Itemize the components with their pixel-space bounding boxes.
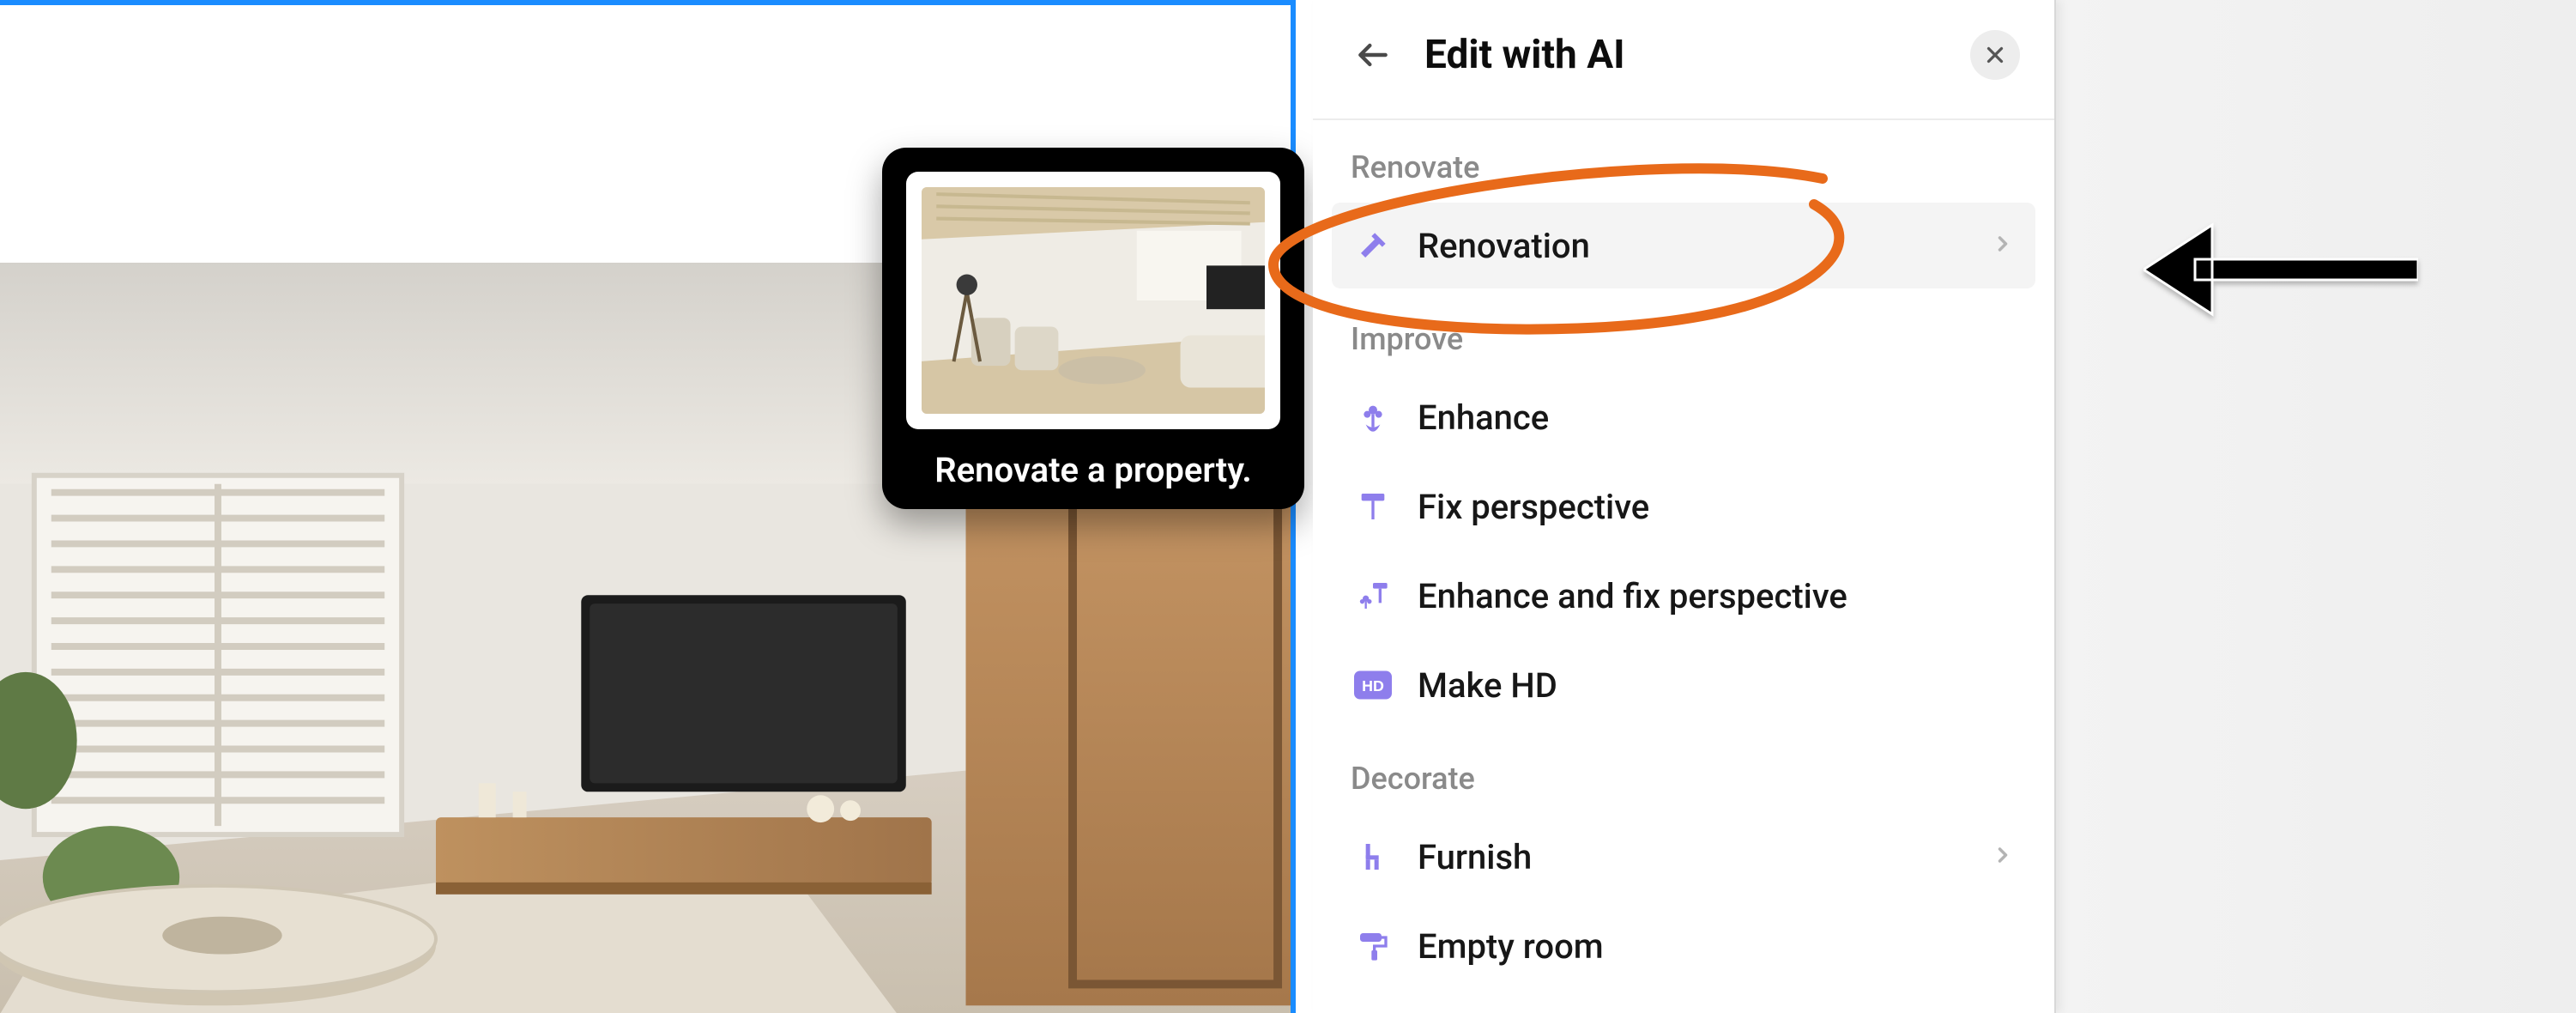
flower-icon bbox=[1352, 397, 1394, 438]
outside-app-area bbox=[2056, 0, 2576, 1013]
annotation-arrow bbox=[2144, 218, 2418, 321]
tooltip-thumbnail bbox=[906, 172, 1280, 429]
menu-label: Empty room bbox=[1418, 926, 2015, 967]
section-decorate-label: Decorate bbox=[1313, 731, 2054, 810]
hd-badge-icon: HD bbox=[1352, 664, 1394, 706]
flower-perspective-icon bbox=[1352, 575, 1394, 616]
menu-item-enhance-fix-perspective[interactable]: Enhance and fix perspective bbox=[1332, 553, 2035, 639]
section-renovate-label: Renovate bbox=[1313, 120, 2054, 199]
menu-item-empty-room[interactable]: Empty room bbox=[1332, 903, 2035, 989]
menu-label: Renovation bbox=[1418, 226, 1991, 266]
hammer-icon bbox=[1352, 225, 1394, 266]
arrow-left-icon bbox=[1354, 36, 1392, 74]
menu-label: Furnish bbox=[1418, 837, 1991, 877]
perspective-icon bbox=[1352, 486, 1394, 527]
menu-label: Enhance bbox=[1418, 397, 2015, 438]
roller-icon bbox=[1352, 925, 1394, 967]
svg-text:HD: HD bbox=[1362, 677, 1384, 695]
menu-item-enhance[interactable]: Enhance bbox=[1332, 374, 2035, 460]
tooltip-renovate-property: Renovate a property. bbox=[882, 148, 1304, 509]
menu-item-renovation[interactable]: Renovation bbox=[1332, 203, 2035, 288]
chevron-right-icon bbox=[1991, 232, 2015, 259]
panel-title: Edit with AI bbox=[1424, 32, 1970, 78]
menu-item-fix-perspective[interactable]: Fix perspective bbox=[1332, 464, 2035, 549]
menu-label: Enhance and fix perspective bbox=[1418, 576, 2015, 616]
menu-label: Make HD bbox=[1418, 665, 2015, 706]
menu-item-furnish[interactable]: Furnish bbox=[1332, 814, 2035, 900]
back-button[interactable] bbox=[1347, 29, 1399, 81]
tooltip-text: Renovate a property. bbox=[906, 450, 1280, 490]
panel-header: Edit with AI bbox=[1313, 0, 2054, 120]
chevron-right-icon bbox=[1991, 843, 2015, 870]
menu-item-make-hd[interactable]: HD Make HD bbox=[1332, 642, 2035, 728]
menu-label: Fix perspective bbox=[1418, 487, 2015, 527]
close-icon bbox=[1982, 42, 2008, 68]
chair-icon bbox=[1352, 836, 1394, 877]
section-improve-label: Improve bbox=[1313, 292, 2054, 371]
edit-with-ai-panel: Edit with AI Renovate Renovation Improve bbox=[1313, 0, 2056, 1013]
close-button[interactable] bbox=[1970, 30, 2020, 80]
